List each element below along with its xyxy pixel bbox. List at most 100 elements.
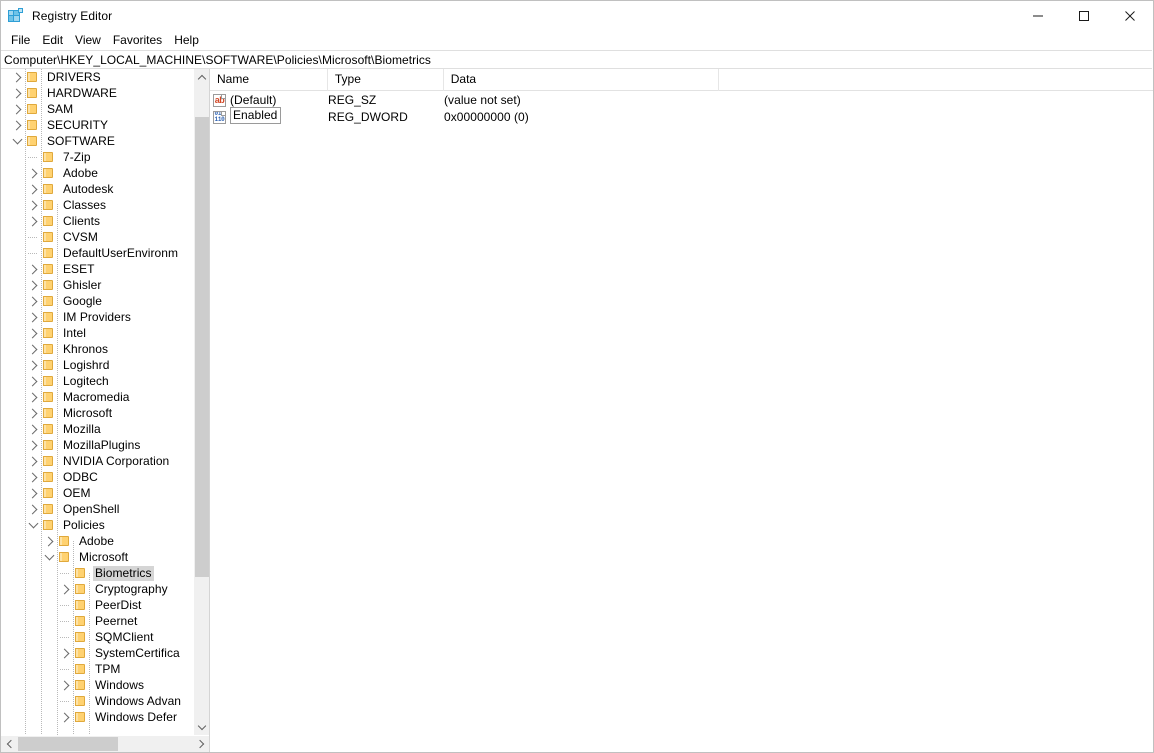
chevron-right-icon[interactable] <box>9 69 25 85</box>
chevron-down-icon[interactable] <box>25 517 41 533</box>
chevron-right-icon[interactable] <box>25 325 41 341</box>
tree-item-sqmclient[interactable]: SQMClient <box>1 629 193 645</box>
tree-item-software[interactable]: SOFTWARE <box>1 133 193 149</box>
tree-item-im-providers[interactable]: IM Providers <box>1 309 193 325</box>
chevron-right-icon[interactable] <box>25 421 41 437</box>
tree-item-google[interactable]: Google <box>1 293 193 309</box>
menu-favorites[interactable]: Favorites <box>107 31 168 50</box>
tree-item-ghisler[interactable]: Ghisler <box>1 277 193 293</box>
scroll-left-icon[interactable] <box>1 736 18 752</box>
tree-item-microsoft[interactable]: Microsoft <box>1 549 193 565</box>
tree-item-mozilla[interactable]: Mozilla <box>1 421 193 437</box>
tree-item-nvidia-corporation[interactable]: NVIDIA Corporation <box>1 453 193 469</box>
value-row[interactable]: 011 110 Enabled REG_DWORD 0x00000000 (0) <box>210 107 1153 125</box>
tree-horizontal-scrollbar[interactable] <box>1 735 209 752</box>
tree-item-windows-defer[interactable]: Windows Defer <box>1 709 193 725</box>
tree-item-hardware[interactable]: HARDWARE <box>1 85 193 101</box>
tree-item-openshell[interactable]: OpenShell <box>1 501 193 517</box>
tree-item-windows[interactable]: Windows <box>1 677 193 693</box>
value-type-cell: REG_SZ <box>328 92 377 107</box>
tree-item-adobe[interactable]: Adobe <box>1 165 193 181</box>
chevron-right-icon[interactable] <box>25 213 41 229</box>
value-name-cell[interactable]: Enabled <box>230 107 328 125</box>
menu-help[interactable]: Help <box>168 31 205 50</box>
chevron-right-icon[interactable] <box>9 101 25 117</box>
column-header-name[interactable]: Name <box>210 69 328 91</box>
tree-item-windows-advan[interactable]: Windows Advan <box>1 693 193 709</box>
chevron-right-icon[interactable] <box>25 389 41 405</box>
tree-item-systemcertifica[interactable]: SystemCertifica <box>1 645 193 661</box>
tree-item-clients[interactable]: Clients <box>1 213 193 229</box>
tree-item-defaultuserenvironm[interactable]: DefaultUserEnvironm <box>1 245 193 261</box>
tree-item-security[interactable]: SECURITY <box>1 117 193 133</box>
tree-item-autodesk[interactable]: Autodesk <box>1 181 193 197</box>
scroll-right-icon[interactable] <box>192 736 209 752</box>
tree-item-microsoft[interactable]: Microsoft <box>1 405 193 421</box>
chevron-right-icon[interactable] <box>25 501 41 517</box>
tree-item-logitech[interactable]: Logitech <box>1 373 193 389</box>
column-header-data[interactable]: Data <box>444 69 720 91</box>
chevron-right-icon[interactable] <box>25 453 41 469</box>
tree-item-intel[interactable]: Intel <box>1 325 193 341</box>
tree-vertical-scrollbar[interactable] <box>193 69 209 735</box>
chevron-right-icon[interactable] <box>25 373 41 389</box>
minimize-button[interactable] <box>1015 1 1061 30</box>
tree-item-khronos[interactable]: Khronos <box>1 341 193 357</box>
maximize-button[interactable] <box>1061 1 1107 30</box>
tree-item-mozillaplugins[interactable]: MozillaPlugins <box>1 437 193 453</box>
chevron-right-icon[interactable] <box>57 581 73 597</box>
value-rename-input[interactable]: Enabled <box>230 107 282 124</box>
address-bar[interactable]: Computer\HKEY_LOCAL_MACHINE\SOFTWARE\Pol… <box>1 50 1152 69</box>
menu-file[interactable]: File <box>5 31 36 50</box>
tree-item-oem[interactable]: OEM <box>1 485 193 501</box>
chevron-right-icon[interactable] <box>25 357 41 373</box>
chevron-right-icon[interactable] <box>25 197 41 213</box>
chevron-right-icon[interactable] <box>25 341 41 357</box>
tree-item-peerdist[interactable]: PeerDist <box>1 597 193 613</box>
tree-hscroll-thumb[interactable] <box>18 737 118 751</box>
tree-item-cryptography[interactable]: Cryptography <box>1 581 193 597</box>
tree-item-7-zip[interactable]: 7-Zip <box>1 149 193 165</box>
folder-icon <box>41 341 57 357</box>
chevron-right-icon[interactable] <box>25 309 41 325</box>
chevron-down-icon[interactable] <box>9 133 25 149</box>
value-name-cell[interactable]: (Default) <box>230 92 328 108</box>
tree-item-classes[interactable]: Classes <box>1 197 193 213</box>
close-button[interactable] <box>1107 1 1153 30</box>
chevron-right-icon[interactable] <box>25 469 41 485</box>
chevron-right-icon[interactable] <box>25 277 41 293</box>
tree-item-eset[interactable]: ESET <box>1 261 193 277</box>
tree-item-policies[interactable]: Policies <box>1 517 193 533</box>
tree-item-adobe[interactable]: Adobe <box>1 533 193 549</box>
tree-item-logishrd[interactable]: Logishrd <box>1 357 193 373</box>
menu-edit[interactable]: Edit <box>36 31 69 50</box>
tree-item-tpm[interactable]: TPM <box>1 661 193 677</box>
menu-view[interactable]: View <box>69 31 107 50</box>
tree-item-cvsm[interactable]: CVSM <box>1 229 193 245</box>
column-header-type[interactable]: Type <box>328 69 444 91</box>
value-row[interactable]: ab (Default) REG_SZ (value not set) <box>210 91 1153 108</box>
chevron-right-icon[interactable] <box>41 533 57 549</box>
tree-item-peernet[interactable]: Peernet <box>1 613 193 629</box>
chevron-right-icon[interactable] <box>57 677 73 693</box>
chevron-right-icon[interactable] <box>57 709 73 725</box>
tree-item-sam[interactable]: SAM <box>1 101 193 117</box>
scroll-down-icon[interactable] <box>194 718 209 735</box>
tree-item-biometrics[interactable]: Biometrics <box>1 565 193 581</box>
chevron-right-icon[interactable] <box>25 485 41 501</box>
chevron-right-icon[interactable] <box>57 645 73 661</box>
chevron-right-icon[interactable] <box>25 437 41 453</box>
scroll-up-icon[interactable] <box>194 69 209 86</box>
chevron-right-icon[interactable] <box>25 405 41 421</box>
chevron-right-icon[interactable] <box>9 85 25 101</box>
tree-item-odbc[interactable]: ODBC <box>1 469 193 485</box>
chevron-right-icon[interactable] <box>25 261 41 277</box>
tree-item-macromedia[interactable]: Macromedia <box>1 389 193 405</box>
chevron-right-icon[interactable] <box>25 165 41 181</box>
chevron-right-icon[interactable] <box>25 293 41 309</box>
tree-item-drivers[interactable]: DRIVERS <box>1 69 193 85</box>
chevron-right-icon[interactable] <box>9 117 25 133</box>
chevron-right-icon[interactable] <box>25 181 41 197</box>
tree-vscroll-thumb[interactable] <box>195 117 209 577</box>
chevron-down-icon[interactable] <box>41 549 57 565</box>
